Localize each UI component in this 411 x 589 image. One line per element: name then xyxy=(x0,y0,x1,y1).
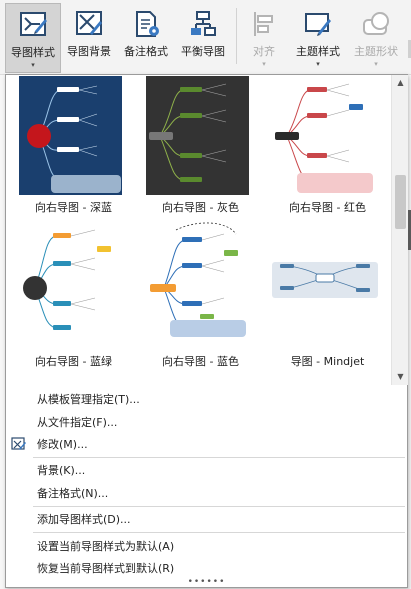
menu-item-restore-default[interactable]: 恢复当前导图样式到默认(R) xyxy=(6,557,407,579)
menu-item-label: 恢复当前导图样式到默认(R) xyxy=(37,562,175,575)
map-background-label: 导图背景 xyxy=(67,45,111,58)
topic-style-button[interactable]: 主题样式 ▾ xyxy=(290,3,346,73)
map-background-icon xyxy=(76,11,102,35)
style-thumbnail-blue-green[interactable]: 向右导图 - 蓝绿 xyxy=(12,220,135,370)
map-background-button[interactable]: 导图背景 xyxy=(62,3,116,73)
modify-style-icon xyxy=(11,437,26,450)
menu-item-label: 添加导图样式(D)... xyxy=(37,513,131,526)
style-label: 导图 - Mindjet xyxy=(290,355,365,368)
chevron-down-icon: ▾ xyxy=(374,60,378,68)
map-style-button[interactable]: 导图样式 ▾ xyxy=(5,3,61,73)
topic-shape-button[interactable]: 主题形状 ▾ xyxy=(348,3,404,73)
style-thumbnail-gray[interactable]: 向右导图 - 灰色 xyxy=(139,76,262,214)
menu-item-label: 从文件指定(F)... xyxy=(37,416,118,429)
scroll-up-button[interactable]: ▲ xyxy=(393,76,408,90)
menu-item-note-format[interactable]: 备注格式(N)... xyxy=(6,482,407,504)
chevron-down-icon: ▾ xyxy=(31,61,35,69)
topic-shape-label: 主题形状 xyxy=(354,45,398,58)
align-icon xyxy=(254,12,273,36)
menu-item-label: 修改(M)... xyxy=(37,438,88,451)
balance-map-icon xyxy=(191,11,216,36)
ribbon-toolbar: 导图样式 ▾ 导图背景 备注格式 平衡导图 对齐 ▾ 主题样式 ▾ 主题形状 ▾ xyxy=(0,0,411,75)
note-format-button[interactable]: 备注格式 xyxy=(118,3,174,73)
mindmap-preview-image xyxy=(270,220,380,339)
menu-item-label: 设置当前导图样式为默认(A) xyxy=(37,540,175,553)
mindmap-preview-image xyxy=(146,220,249,339)
menu-item-label: 从模板管理指定(T)... xyxy=(37,393,140,406)
style-label: 向右导图 - 灰色 xyxy=(162,201,239,214)
menu-separator xyxy=(33,506,405,507)
gallery-scrollbar[interactable]: ▲ ▼ xyxy=(391,75,408,385)
menu-item-from-template[interactable]: 从模板管理指定(T)... xyxy=(6,388,407,410)
style-label: 向右导图 - 深蓝 xyxy=(35,201,112,214)
menu-separator xyxy=(33,532,405,533)
mindmap-preview-image xyxy=(19,220,122,339)
note-format-label: 备注格式 xyxy=(124,45,168,58)
style-thumbnail-blue[interactable]: 向右导图 - 蓝色 xyxy=(139,220,262,370)
mindmap-preview-image xyxy=(146,76,249,195)
menu-separator xyxy=(33,457,405,458)
mindmap-preview-image xyxy=(19,76,122,195)
style-label: 向右导图 - 红色 xyxy=(289,201,366,214)
menu-item-set-default[interactable]: 设置当前导图样式为默认(A) xyxy=(6,535,407,557)
style-thumbnail-mindjet[interactable]: 导图 - Mindjet xyxy=(266,220,389,370)
style-gallery: 向右导图 - 深蓝 向右导图 - 灰色 向右导图 - 红色 向右导图 - 蓝绿 … xyxy=(6,75,392,384)
resize-grip[interactable]: •••••• xyxy=(6,577,407,587)
style-label: 向右导图 - 蓝色 xyxy=(162,355,239,368)
note-format-icon xyxy=(136,11,159,37)
menu-item-from-file[interactable]: 从文件指定(F)... xyxy=(6,411,407,433)
align-label: 对齐 xyxy=(253,45,275,58)
chevron-down-icon: ▾ xyxy=(316,60,320,68)
menu-item-modify[interactable]: 修改(M)... xyxy=(6,433,407,455)
menu-item-label: 背景(K)... xyxy=(37,464,86,477)
style-thumbnail-red[interactable]: 向右导图 - 红色 xyxy=(266,76,389,214)
menu-item-label: 备注格式(N)... xyxy=(37,487,109,500)
topic-shape-icon xyxy=(363,12,389,35)
style-label: 向右导图 - 蓝绿 xyxy=(35,355,112,368)
chevron-down-icon: ▾ xyxy=(262,60,266,68)
topic-style-label: 主题样式 xyxy=(296,45,340,58)
mindmap-preview-image xyxy=(273,76,376,195)
style-thumbnail-dark-blue[interactable]: 向右导图 - 深蓝 xyxy=(12,76,135,214)
menu-item-add-style[interactable]: 添加导图样式(D)... xyxy=(6,508,407,530)
topic-style-icon xyxy=(305,13,331,36)
scrollbar-thumb[interactable] xyxy=(395,175,406,229)
align-button[interactable]: 对齐 ▾ xyxy=(243,3,285,73)
balance-map-label: 平衡导图 xyxy=(181,45,225,58)
map-style-label: 导图样式 xyxy=(11,46,55,59)
toolbar-divider xyxy=(236,8,237,64)
balance-map-button[interactable]: 平衡导图 xyxy=(175,3,231,73)
menu-item-background[interactable]: 背景(K)... xyxy=(6,459,407,481)
scroll-down-button[interactable]: ▼ xyxy=(393,370,408,384)
map-style-icon xyxy=(20,12,47,36)
map-style-dropdown: 向右导图 - 深蓝 向右导图 - 灰色 向右导图 - 红色 向右导图 - 蓝绿 … xyxy=(5,74,408,588)
